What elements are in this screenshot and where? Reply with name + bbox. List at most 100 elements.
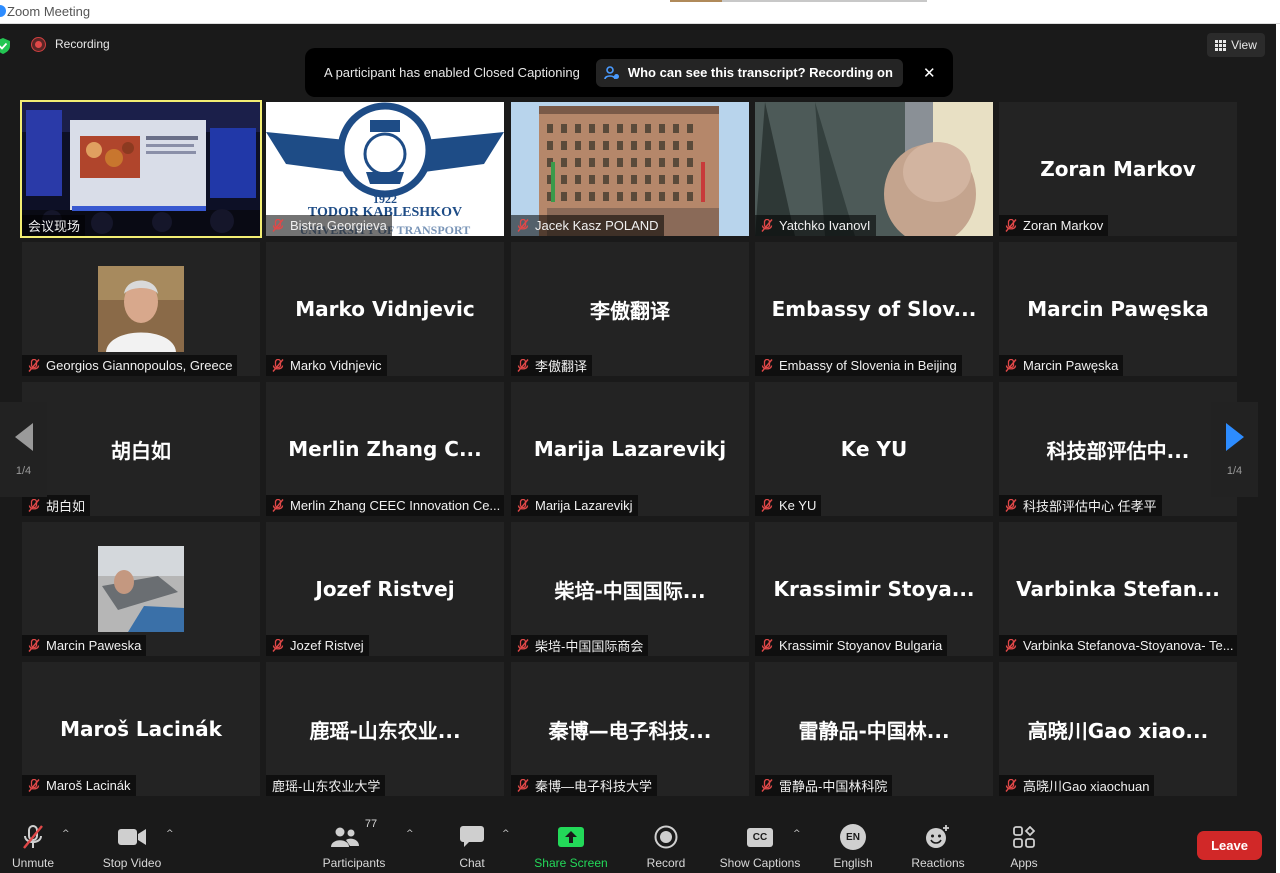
caption-notice-message: A participant has enabled Closed Caption… <box>324 65 580 80</box>
reactions-label: Reactions <box>911 856 965 870</box>
participants-label: Participants <box>322 856 386 870</box>
leave-meeting-button[interactable]: Leave <box>1197 831 1262 860</box>
muted-mic-icon <box>272 219 284 232</box>
participant-name-label: Krassimir Stoyanov Bulgaria <box>755 635 948 656</box>
participant-tile[interactable]: Georgios Giannopoulos, Greece <box>22 242 260 376</box>
participant-tile[interactable]: Yatchko IvanovI <box>755 102 993 236</box>
participant-name-label: 李傲翻译 <box>511 355 593 376</box>
participant-tile[interactable]: Marcin Paweska <box>22 522 260 656</box>
muted-mic-icon <box>272 639 284 652</box>
participant-tile[interactable]: Merlin Zhang C... Merlin Zhang CEEC Innov… <box>266 382 504 516</box>
unmute-button[interactable]: Unmute <box>4 821 62 873</box>
participant-tile[interactable]: Embassy of Slov... Embassy of Slovenia in… <box>755 242 993 376</box>
record-icon <box>654 825 678 849</box>
show-captions-label: Show Captions <box>719 856 801 870</box>
participant-tile[interactable]: 秦博—电子科技... 秦博—电子科技大学 <box>511 662 749 796</box>
muted-mic-icon <box>761 779 773 792</box>
participant-name: 科技部评估中心 任孝平 <box>1023 499 1157 514</box>
participant-tile[interactable]: Marcin Pawęska Marcin Pawęska <box>999 242 1237 376</box>
participant-tile[interactable]: 1922TODOR KABLESHKOVUNIVERSITY OF TRANSP… <box>266 102 504 236</box>
participant-name: 鹿瑶-山东农业大学 <box>272 779 381 794</box>
muted-mic-icon <box>517 779 529 792</box>
share-screen-icon <box>558 827 584 847</box>
participant-name: Jacek Kasz POLAND <box>535 218 659 233</box>
next-page-button[interactable]: 1/4 <box>1211 402 1258 497</box>
participant-name: 秦博—电子科技大学 <box>535 779 653 794</box>
apps-label: Apps <box>1010 856 1038 870</box>
participant-name-label: Embassy of Slovenia in Beijing <box>755 355 962 376</box>
participant-tile[interactable]: 柴培-中国国际... 柴培-中国国际商会 <box>511 522 749 656</box>
participant-tile[interactable]: 李傲翻译 李傲翻译 <box>511 242 749 376</box>
participant-tile[interactable]: Zoran Markov Zoran Markov <box>999 102 1237 236</box>
participant-name: 柴培-中国国际商会 <box>535 639 644 654</box>
participant-tile[interactable]: Jacek Kasz POLAND <box>511 102 749 236</box>
participant-tile[interactable]: 胡白如 胡白如 <box>22 382 260 516</box>
participant-tile[interactable]: Maroš Lacinák Maroš Lacinák <box>22 662 260 796</box>
transcript-visibility-button[interactable]: Who can see this transcript? Recording o… <box>595 58 903 87</box>
stop-video-button[interactable]: Stop Video <box>96 821 168 873</box>
participant-tile[interactable]: Marko Vidnjevic Marko Vidnjevic <box>266 242 504 376</box>
muted-mic-icon <box>761 219 773 232</box>
participant-name-label: Marija Lazarevikj <box>511 495 638 516</box>
participant-tile[interactable]: Marija Lazarevikj Marija Lazarevikj <box>511 382 749 516</box>
record-label: Record <box>646 856 686 870</box>
participant-name: 胡白如 <box>46 499 86 514</box>
muted-mic-icon <box>1005 359 1017 372</box>
security-shield-icon[interactable] <box>0 38 10 54</box>
muted-mic-icon <box>1005 219 1017 232</box>
participant-name: Marija Lazarevikj <box>535 498 633 513</box>
close-icon[interactable]: ✕ <box>923 64 936 82</box>
participant-name-label: Yatchko IvanovI <box>755 215 876 236</box>
video-options-chevron-icon[interactable]: ^ <box>166 829 174 839</box>
participant-name-label: 雷静品-中国林科院 <box>755 775 893 796</box>
chevron-left-icon <box>14 422 33 451</box>
transcript-visibility-label: Who can see this transcript? Recording o… <box>627 65 893 80</box>
record-button[interactable]: Record <box>642 821 690 873</box>
titlebar-accent <box>670 0 722 2</box>
participant-tile[interactable]: 会议现场 <box>20 100 262 238</box>
participant-name: 会议现场 <box>28 219 81 234</box>
participant-name: Varbinka Stefanova-Stoyanova- Te... <box>1023 638 1234 653</box>
share-screen-label: Share Screen <box>534 856 608 870</box>
muted-mic-icon <box>272 499 284 512</box>
participants-icon <box>330 827 359 847</box>
muted-microphone-icon <box>23 825 43 849</box>
participants-button[interactable]: 77 Participants <box>316 818 392 873</box>
view-button[interactable]: View <box>1207 33 1265 57</box>
participant-name-label: 鹿瑶-山东农业大学 <box>266 775 386 796</box>
language-label: English <box>833 856 873 870</box>
captions-options-chevron-icon[interactable]: ^ <box>793 829 801 839</box>
participant-tile[interactable]: 科技部评估中... 科技部评估中心 任孝平 <box>999 382 1237 516</box>
participant-name: Marcin Paweska <box>46 638 142 653</box>
profile-photo <box>98 546 184 632</box>
chat-button[interactable]: Chat <box>452 821 492 873</box>
participant-tile[interactable]: Ke YU Ke YU <box>755 382 993 516</box>
audio-options-chevron-icon[interactable]: ^ <box>62 829 70 839</box>
participant-tile[interactable]: 高晓川Gao xiao... 高晓川Gao xiaochuan <box>999 662 1237 796</box>
recording-indicator[interactable]: Recording <box>32 37 110 51</box>
participant-tile[interactable]: Varbinka Stefan... Varbinka Stefanova-Sto… <box>999 522 1237 656</box>
participant-tile[interactable]: 鹿瑶-山东农业... 鹿瑶-山东农业大学 <box>266 662 504 796</box>
share-screen-button[interactable]: Share Screen <box>530 821 612 873</box>
participant-tile[interactable]: Krassimir Stoya... Krassimir Stoyanov Bul… <box>755 522 993 656</box>
previous-page-button[interactable]: 1/4 <box>0 402 47 497</box>
muted-mic-icon <box>517 639 529 652</box>
closed-captions-icon: CC <box>747 827 773 847</box>
participant-tile[interactable]: Jozef Ristvej Jozef Ristvej <box>266 522 504 656</box>
participants-options-chevron-icon[interactable]: ^ <box>406 829 414 839</box>
muted-mic-icon <box>517 359 529 372</box>
participant-name: 雷静品-中国林科院 <box>779 779 888 794</box>
reactions-button[interactable]: Reactions <box>906 821 970 873</box>
apps-button[interactable]: Apps <box>1004 821 1044 873</box>
chevron-right-icon <box>1225 422 1244 451</box>
participant-name: Maroš Lacinák <box>46 778 131 793</box>
muted-mic-icon <box>761 359 773 372</box>
muted-mic-icon <box>272 359 284 372</box>
chat-options-chevron-icon[interactable]: ^ <box>502 829 510 839</box>
titlebar-accent-2 <box>722 0 927 2</box>
participant-name-label: Maroš Lacinák <box>22 775 136 796</box>
muted-mic-icon <box>28 359 40 372</box>
participant-tile[interactable]: 雷静品-中国林... 雷静品-中国林科院 <box>755 662 993 796</box>
page-indicator-right: 1/4 <box>1226 464 1243 477</box>
language-button[interactable]: EN English <box>828 821 878 873</box>
